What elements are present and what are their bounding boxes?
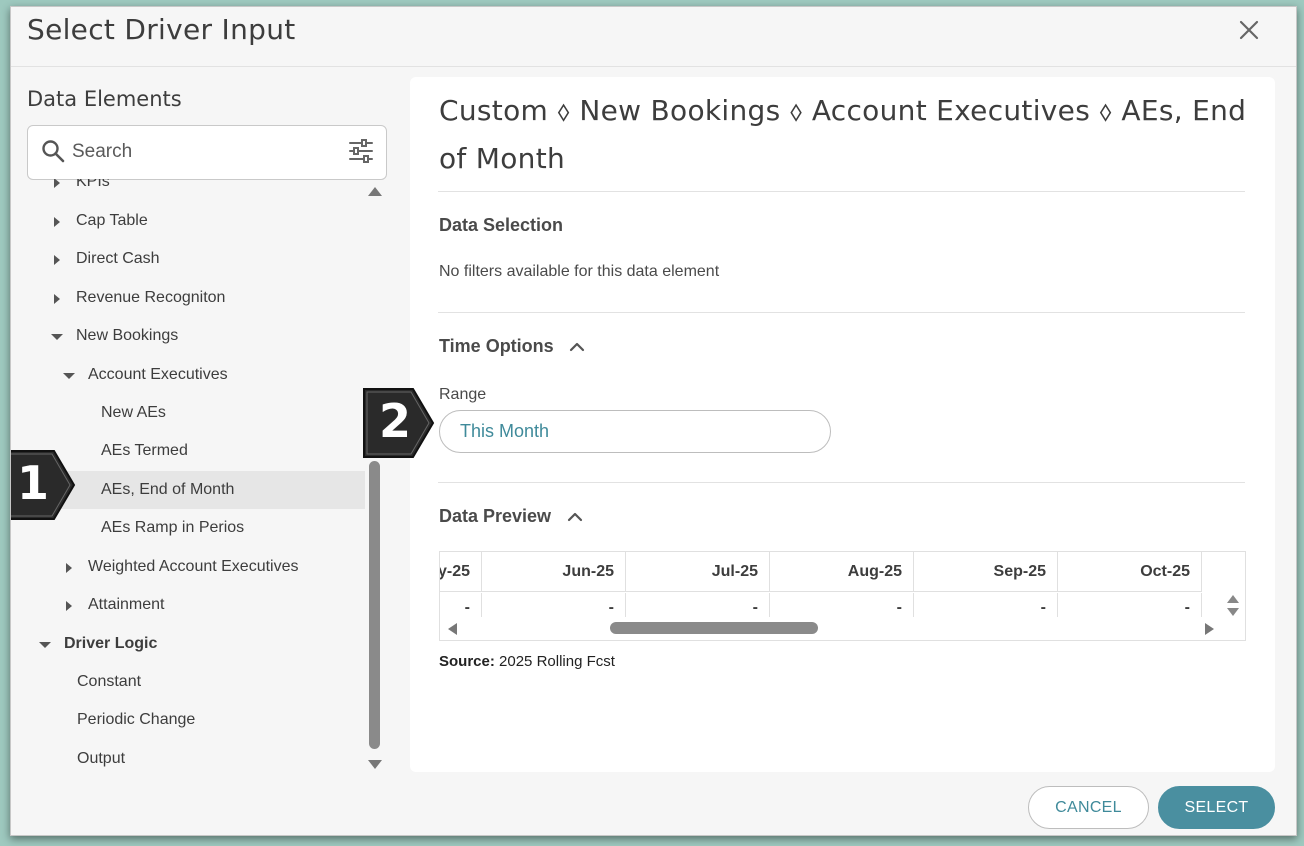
table-cell: -	[626, 593, 770, 617]
source-value: 2025 Rolling Fcst	[499, 653, 615, 670]
data-preview-table[interactable]: y-25 Jun-25 Jul-25 Aug-25 Sep-25 Oct-25 …	[439, 551, 1246, 641]
caret-right-icon[interactable]	[51, 253, 63, 265]
tree-item-label: Direct Cash	[76, 250, 160, 267]
caret-down-icon[interactable]	[39, 638, 51, 650]
cancel-button[interactable]: CANCEL	[1028, 786, 1149, 829]
table-cell: -	[440, 593, 482, 617]
vertical-scroll-arrows-icon[interactable]	[1226, 592, 1240, 620]
horizontal-scroll-thumb[interactable]	[610, 622, 818, 634]
data-element-details: Custom ⬨ New Bookings ⬨ Account Executiv…	[410, 77, 1275, 772]
column-header: y-25	[440, 552, 482, 592]
scroll-right-arrow-icon[interactable]	[1204, 622, 1216, 636]
callout-number: 1	[16, 456, 49, 510]
tree-item-label: AEs Termed	[101, 442, 188, 459]
range-label: Range	[439, 386, 487, 403]
chevron-up-icon[interactable]	[568, 338, 586, 356]
caret-down-icon[interactable]	[51, 330, 63, 342]
filter-settings-icon[interactable]	[348, 138, 374, 164]
select-driver-input-dialog: Select Driver Input Data Elements KPIs	[10, 6, 1297, 836]
dialog-title: Select Driver Input	[27, 13, 296, 46]
tree-item-revenue-recognition[interactable]: Revenue Recogniton	[11, 279, 365, 317]
tree-item-label: Constant	[77, 673, 142, 690]
divider	[438, 482, 1245, 483]
table-cell: -	[914, 593, 1058, 617]
tree-item-label: New Bookings	[76, 327, 179, 344]
table-cell: -	[482, 593, 626, 617]
caret-down-icon[interactable]	[63, 369, 75, 381]
tree-item-label: Driver Logic	[64, 635, 158, 652]
scroll-up-arrow-icon[interactable]	[368, 185, 382, 199]
search-input[interactable]	[72, 136, 332, 168]
search-box[interactable]	[27, 125, 387, 180]
search-icon	[40, 138, 66, 164]
table-cell: -	[1058, 593, 1202, 617]
tree-item-kpis[interactable]: KPIs	[11, 179, 365, 201]
tree-item-account-executives[interactable]: Account Executives	[11, 356, 365, 394]
callout-badge-2: 2	[361, 386, 437, 460]
caret-right-icon[interactable]	[51, 215, 63, 227]
tree-item-new-bookings[interactable]: New Bookings	[11, 317, 365, 355]
tree-item-label: AEs, End of Month	[101, 481, 235, 498]
tree-item-driver-logic[interactable]: Driver Logic	[11, 625, 365, 663]
chevron-up-icon[interactable]	[566, 508, 584, 526]
dialog-header: Select Driver Input	[11, 7, 1296, 67]
no-filters-message: No filters available for this data eleme…	[439, 263, 720, 280]
callout-number: 2	[378, 394, 411, 448]
data-preview-heading: Data Preview	[439, 506, 552, 526]
tree-item-label: Cap Table	[76, 212, 148, 229]
breadcrumb-title: Custom ⬨ New Bookings ⬨ Account Executiv…	[439, 94, 1247, 175]
select-button[interactable]: SELECT	[1158, 786, 1275, 829]
tree-scroll-thumb[interactable]	[369, 461, 380, 749]
tree-item-new-aes[interactable]: New AEs	[11, 394, 365, 432]
column-header: Aug-25	[770, 552, 914, 592]
tree-item-label: Attainment	[88, 596, 165, 613]
column-header: Jul-25	[626, 552, 770, 592]
tree-item-periodic-change[interactable]: Periodic Change	[11, 701, 365, 739]
scroll-down-arrow-icon[interactable]	[368, 757, 382, 771]
column-header: Jun-25	[482, 552, 626, 592]
tree-item-direct-cash[interactable]: Direct Cash	[11, 240, 365, 278]
column-header: Oct-25	[1058, 552, 1202, 592]
data-elements-heading: Data Elements	[27, 87, 182, 111]
tree-item-constant[interactable]: Constant	[11, 663, 365, 701]
scroll-left-arrow-icon[interactable]	[446, 622, 458, 636]
tree-item-label: Account Executives	[88, 366, 228, 383]
source-label: Source:	[439, 653, 495, 670]
tree-item-label: Periodic Change	[77, 711, 196, 728]
tree-item-label: Revenue Recogniton	[76, 289, 226, 306]
caret-right-icon[interactable]	[51, 179, 63, 188]
range-selected-value: This Month	[460, 421, 550, 441]
tree-item-weighted-account-executives[interactable]: Weighted Account Executives	[11, 548, 365, 586]
divider	[438, 191, 1245, 192]
tree-item-label: Output	[77, 750, 126, 767]
callout-badge-1: 1	[11, 448, 78, 522]
close-icon[interactable]	[1236, 17, 1262, 43]
caret-right-icon[interactable]	[51, 292, 63, 304]
tree-scrollbar[interactable]	[367, 183, 383, 773]
table-cell: -	[770, 593, 914, 617]
caret-right-icon[interactable]	[63, 561, 75, 573]
tree-item-cap-table[interactable]: Cap Table	[11, 202, 365, 240]
tree-item-attainment[interactable]: Attainment	[11, 586, 365, 624]
divider	[438, 312, 1245, 313]
column-header: Sep-25	[914, 552, 1058, 592]
tree-item-label: KPIs	[76, 179, 110, 190]
source-line: Source: 2025 Rolling Fcst	[439, 653, 615, 670]
range-select[interactable]: This Month	[439, 410, 831, 453]
tree-item-label: New AEs	[101, 404, 166, 421]
tree-item-label: Weighted Account Executives	[88, 558, 299, 575]
tree-item-output[interactable]: Output	[11, 740, 365, 771]
caret-right-icon[interactable]	[63, 599, 75, 611]
data-selection-heading: Data Selection	[439, 215, 564, 235]
tree-item-label: AEs Ramp in Perios	[101, 519, 245, 536]
time-options-heading: Time Options	[439, 336, 554, 356]
